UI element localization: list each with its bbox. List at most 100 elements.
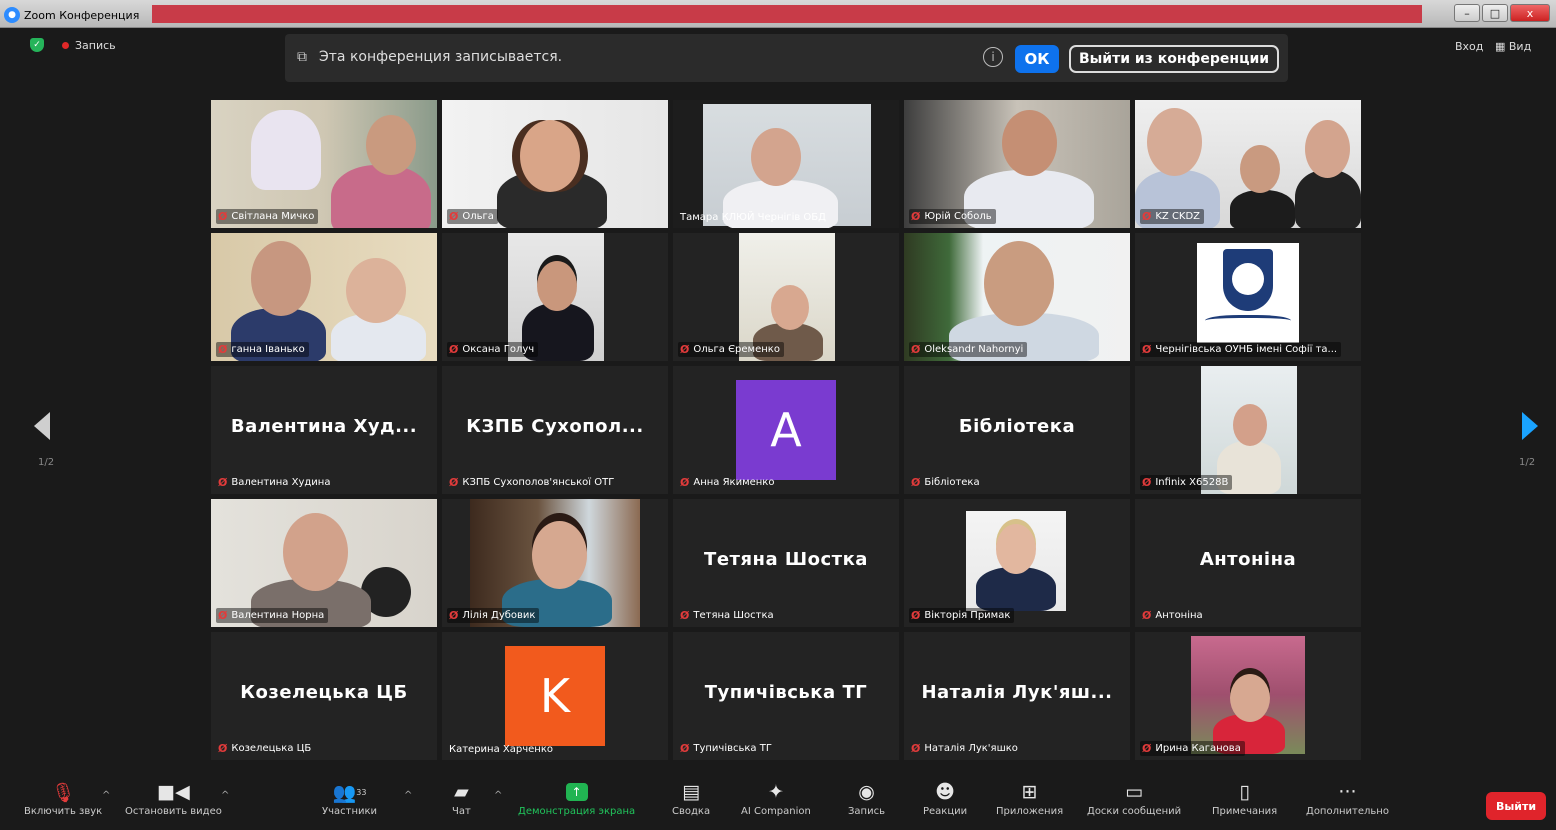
participant-tile[interactable]: Ø Валентина Норна bbox=[211, 499, 437, 627]
participant-tile[interactable]: Ø Чернігівська ОУНБ імені Софії та... bbox=[1135, 233, 1361, 361]
participant-name: Ольга bbox=[462, 211, 494, 222]
participant-head bbox=[751, 128, 801, 186]
participant-tile[interactable]: Наталія Лук'яш... Ø Наталія Лук'яшко bbox=[904, 632, 1130, 760]
participant-head bbox=[251, 241, 311, 316]
ok-button[interactable]: ОК bbox=[1015, 45, 1059, 73]
maximize-button[interactable]: □ bbox=[1482, 4, 1508, 22]
security-shield-icon[interactable]: ✓ bbox=[30, 38, 44, 52]
participant-head bbox=[1230, 674, 1270, 722]
participant-name: ганна Іванько bbox=[231, 344, 305, 355]
ai-companion-button[interactable]: ✦ AI Companion bbox=[741, 778, 811, 817]
participant-body bbox=[1230, 190, 1295, 228]
participant-display-name: Антоніна bbox=[1199, 549, 1297, 570]
reactions-button[interactable]: ☻ Реакции bbox=[923, 778, 967, 817]
recording-camera-icon: ⧉ bbox=[297, 49, 307, 65]
participants-button[interactable]: 👥 33 Участники bbox=[322, 778, 377, 818]
meeting-toolbar: 🎙 Включить звук ^ ■◀ Остановить видео ^ … bbox=[0, 772, 1556, 830]
participant-head bbox=[532, 521, 587, 589]
participant-tile[interactable]: Козелецька ЦБ Ø Козелецька ЦБ bbox=[211, 632, 437, 760]
participant-name-label: Ø Анна Якименко bbox=[678, 475, 778, 490]
participant-head bbox=[1147, 108, 1202, 176]
muted-mic-icon: Ø bbox=[449, 476, 459, 489]
leave-meeting-button[interactable]: Выйти из конференции bbox=[1069, 45, 1279, 73]
whiteboards-button[interactable]: ▭ Доски сообщений bbox=[1087, 778, 1181, 817]
participant-tile[interactable]: Ø KZ CKDZ bbox=[1135, 100, 1361, 228]
video-camera-icon: ■◀ bbox=[157, 781, 190, 803]
recording-indicator[interactable]: Запись bbox=[62, 39, 116, 52]
share-screen-icon: ↑ bbox=[565, 778, 588, 806]
chat-button[interactable]: ▰ Чат bbox=[452, 778, 471, 817]
apps-button[interactable]: ⊞ Приложения bbox=[996, 778, 1063, 817]
participant-tile[interactable]: Øганна Іванько bbox=[211, 233, 437, 361]
participant-name: Антоніна bbox=[1155, 610, 1203, 621]
participant-name: Світлана Мичко bbox=[231, 211, 315, 222]
participants-count: 33 bbox=[356, 787, 367, 797]
participant-head bbox=[346, 258, 406, 323]
participant-head bbox=[984, 241, 1054, 326]
muted-mic-icon: Ø bbox=[218, 476, 228, 489]
window-title: Zoom Конференция bbox=[24, 8, 140, 22]
participant-name-label: Ø КЗПБ Сухополов'янської ОТГ bbox=[447, 475, 618, 490]
minimize-button[interactable]: – bbox=[1454, 4, 1480, 22]
chat-options-chevron-icon[interactable]: ^ bbox=[494, 790, 502, 801]
participant-tile[interactable]: Ø Світлана Мичко bbox=[211, 100, 437, 228]
participant-tile[interactable]: K Катерина Харченко bbox=[442, 632, 668, 760]
unmute-button[interactable]: 🎙 Включить звук bbox=[24, 778, 103, 818]
participant-body bbox=[331, 165, 431, 228]
participant-tile[interactable]: Валентина Худ... Ø Валентина Худина bbox=[211, 366, 437, 494]
notes-icon: ▯ bbox=[1239, 781, 1250, 803]
view-button[interactable]: ▦ Вид bbox=[1495, 40, 1531, 53]
record-label: Запись bbox=[848, 806, 885, 817]
participant-tile[interactable]: Тетяна Шостка Ø Тетяна Шостка bbox=[673, 499, 899, 627]
close-button[interactable]: x bbox=[1510, 4, 1550, 22]
sign-in-link[interactable]: Вход bbox=[1455, 40, 1483, 53]
participant-name: Ирина Каганова bbox=[1155, 743, 1241, 754]
more-button[interactable]: ··· Дополнительно bbox=[1306, 778, 1389, 817]
participant-tile[interactable]: A Ø Анна Якименко bbox=[673, 366, 899, 494]
share-screen-button[interactable]: ↑ Демонстрация экрана bbox=[518, 778, 635, 817]
participant-tile[interactable]: Антоніна Ø Антоніна bbox=[1135, 499, 1361, 627]
participant-name-label: Ø Тупичівська ТГ bbox=[678, 741, 776, 756]
stop-video-button[interactable]: ■◀ Остановить видео bbox=[125, 778, 222, 817]
summary-button[interactable]: ▤ Сводка bbox=[672, 778, 710, 817]
participant-name: Чернігівська ОУНБ імені Софії та... bbox=[1155, 344, 1338, 355]
participant-tile[interactable]: КЗПБ Сухопол... Ø КЗПБ Сухополов'янської … bbox=[442, 366, 668, 494]
audio-options-chevron-icon[interactable]: ^ bbox=[102, 790, 110, 801]
view-label: Вид bbox=[1508, 40, 1532, 53]
unmute-label: Включить звук bbox=[24, 806, 103, 817]
participant-tile[interactable]: Ø Юрій Соболь bbox=[904, 100, 1130, 228]
notes-label: Примечания bbox=[1212, 806, 1278, 817]
previous-page-arrow-icon[interactable] bbox=[34, 412, 50, 440]
participant-tile[interactable]: Ø Вікторія Примак bbox=[904, 499, 1130, 627]
participant-name-label: Øганна Іванько bbox=[216, 342, 309, 357]
participant-tile[interactable]: Ø Оксана Голуч bbox=[442, 233, 668, 361]
participant-name: Тупичівська ТГ bbox=[693, 743, 772, 754]
participants-options-chevron-icon[interactable]: ^ bbox=[404, 790, 412, 801]
participant-tile[interactable]: Тупичівська ТГ Ø Тупичівська ТГ bbox=[673, 632, 899, 760]
participant-name-label: Тамара КЛЮЙ Чернігів ОБД bbox=[678, 211, 830, 224]
participant-name-label: Катерина Харченко bbox=[447, 743, 557, 756]
leave-button[interactable]: Выйти bbox=[1486, 792, 1546, 820]
chat-bubble-icon: ▰ bbox=[454, 781, 469, 803]
info-icon[interactable]: i bbox=[983, 47, 1003, 67]
record-button[interactable]: ◉ Запись bbox=[848, 778, 885, 817]
participant-tile[interactable]: Ø Oleksandr Nahornyi bbox=[904, 233, 1130, 361]
participant-tile-active-speaker[interactable]: Тамара КЛЮЙ Чернігів ОБД bbox=[673, 100, 899, 228]
next-page-arrow-icon[interactable] bbox=[1522, 412, 1538, 440]
participant-name: Тетяна Шостка bbox=[693, 610, 774, 621]
participant-name: Козелецька ЦБ bbox=[231, 743, 312, 754]
participant-head bbox=[996, 524, 1036, 574]
participant-head bbox=[771, 285, 809, 330]
participant-tile[interactable]: Ø Ирина Каганова bbox=[1135, 632, 1361, 760]
participant-tile[interactable]: Ø Лілія Дубовик bbox=[442, 499, 668, 627]
video-options-chevron-icon[interactable]: ^ bbox=[221, 790, 229, 801]
participant-tile[interactable]: Ø Infinix X6528B bbox=[1135, 366, 1361, 494]
notes-button[interactable]: ▯ Примечания bbox=[1212, 778, 1277, 817]
participant-head bbox=[1305, 120, 1350, 178]
participant-tile[interactable]: Ø Ольга Єременко bbox=[673, 233, 899, 361]
participant-name-label: Ø Козелецька ЦБ bbox=[216, 741, 315, 756]
muted-mic-icon: Ø bbox=[680, 609, 690, 622]
participant-tile[interactable]: Бібліотека Ø Бібліотека bbox=[904, 366, 1130, 494]
participant-head bbox=[1002, 110, 1057, 176]
participant-tile[interactable]: Ø Ольга bbox=[442, 100, 668, 228]
